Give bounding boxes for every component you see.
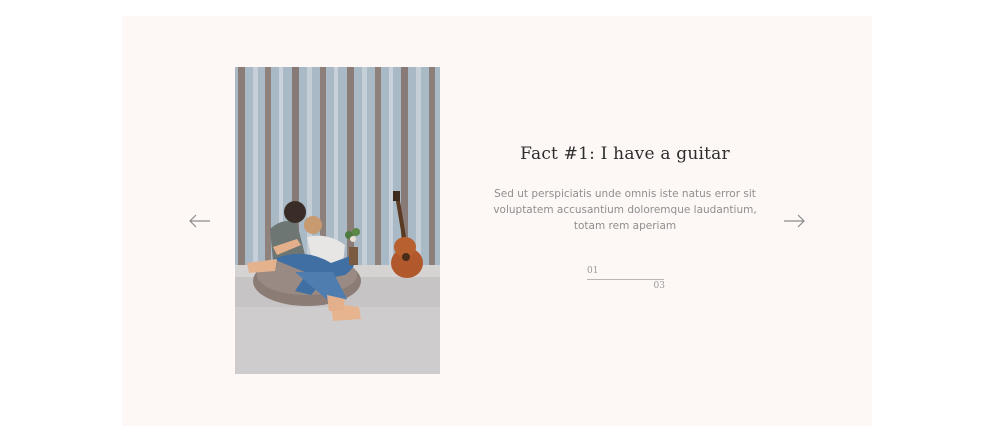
- total-slides-number: 03: [653, 281, 665, 291]
- previous-slide-button[interactable]: [188, 213, 212, 229]
- next-slide-button[interactable]: [782, 213, 806, 229]
- slide-photo: [235, 67, 440, 374]
- arrow-right-icon: [784, 214, 805, 228]
- counter-divider: [587, 279, 664, 280]
- fact-slider: Fact #1: I have a guitar Sed ut perspici…: [122, 16, 872, 426]
- slide-counter: 01 03: [587, 266, 665, 296]
- current-slide-number: 01: [587, 266, 599, 276]
- arrow-left-icon: [189, 214, 210, 228]
- slide-title: Fact #1: I have a guitar: [520, 144, 730, 164]
- slide-description: Sed ut perspiciatis unde omnis iste natu…: [493, 188, 757, 232]
